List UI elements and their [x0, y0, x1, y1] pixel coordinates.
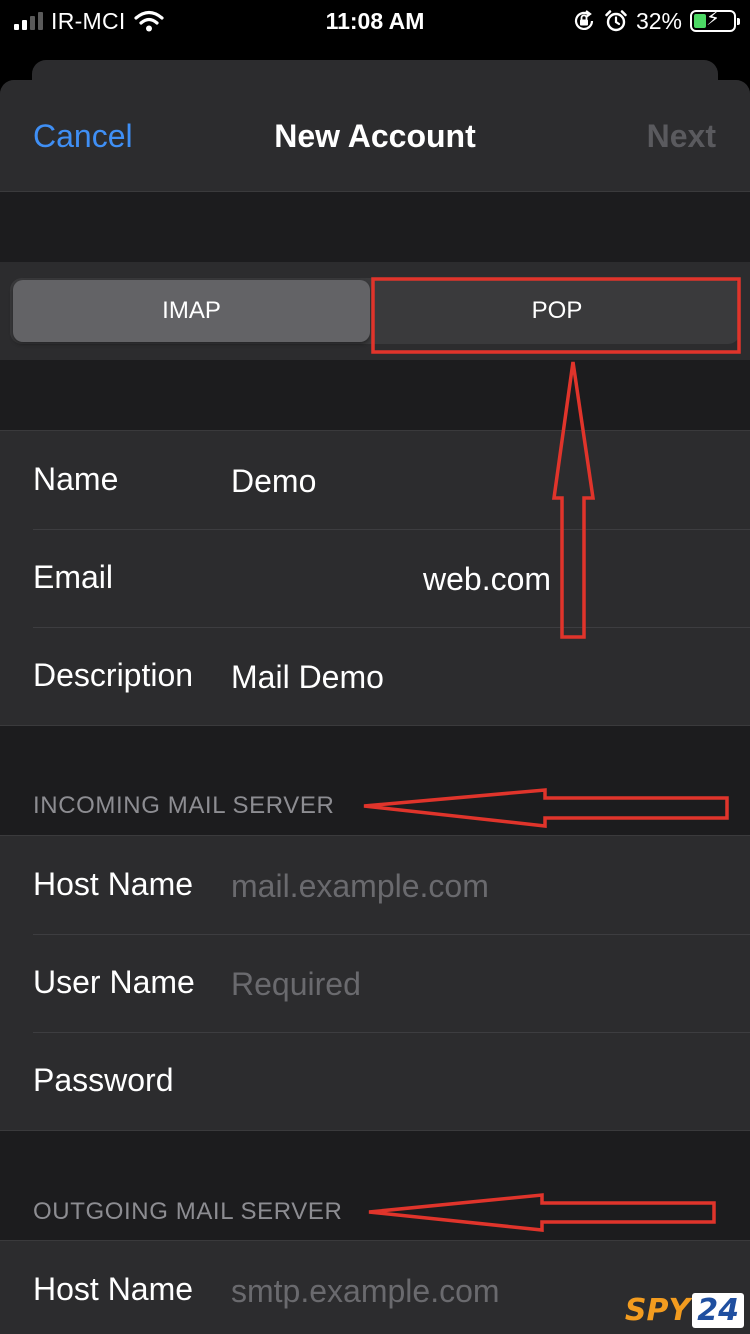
spy24-watermark: SPY 24	[625, 1293, 744, 1328]
pop-highlight-box	[371, 277, 741, 354]
up-arrow-annotation	[551, 361, 596, 639]
outgoing-arrow-annotation	[368, 1193, 716, 1232]
incoming-arrow-annotation	[363, 788, 729, 828]
annotation-overlay	[363, 277, 741, 1232]
